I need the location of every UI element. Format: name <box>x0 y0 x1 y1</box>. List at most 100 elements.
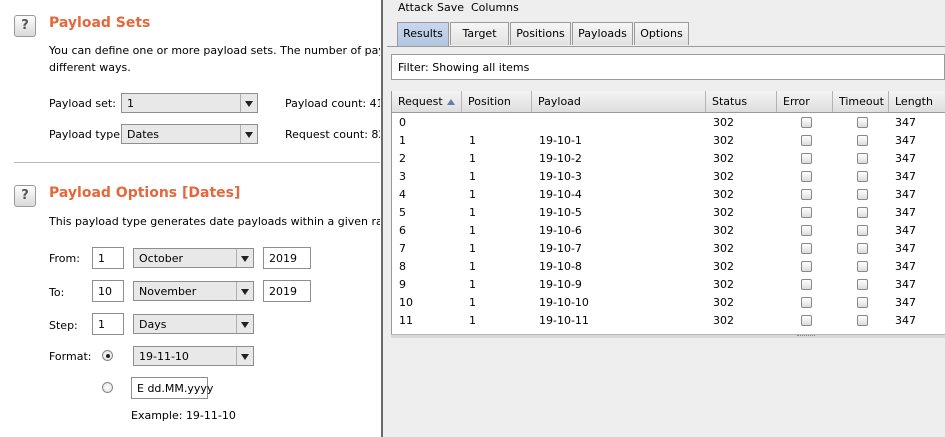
column-header-request[interactable]: Request <box>392 91 462 112</box>
payload-set-select[interactable]: 1 <box>121 93 258 113</box>
splitter-grip-icon[interactable] <box>797 335 815 338</box>
error-checkbox[interactable] <box>801 117 812 128</box>
timeout-checkbox[interactable] <box>857 135 868 146</box>
payload-set-label: Payload set: <box>49 97 116 110</box>
tab-target[interactable]: Target <box>450 22 509 45</box>
table-row[interactable]: 6 1 19-10-6 302 347 <box>392 221 945 239</box>
cell-length: 347 <box>895 134 916 147</box>
cell-position: 1 <box>469 224 476 237</box>
table-row[interactable]: 8 1 19-10-8 302 347 <box>392 257 945 275</box>
cell-status: 302 <box>713 116 734 129</box>
cell-position: 1 <box>469 314 476 327</box>
table-row[interactable]: 5 1 19-10-5 302 347 <box>392 203 945 221</box>
format-custom-radio[interactable] <box>102 382 113 393</box>
error-checkbox[interactable] <box>801 153 812 164</box>
table-row[interactable]: 7 1 19-10-7 302 347 <box>392 239 945 257</box>
custom-format-field[interactable]: E dd.MM.yyyy <box>131 377 213 399</box>
timeout-checkbox[interactable] <box>857 315 868 326</box>
menu-bar: Attack Save Columns <box>383 0 945 16</box>
timeout-checkbox[interactable] <box>857 189 868 200</box>
help-icon[interactable]: ? <box>14 185 36 207</box>
table-row[interactable]: 1 1 19-10-1 302 347 <box>392 131 945 149</box>
format-select[interactable]: 19-11-10 <box>133 346 254 366</box>
timeout-checkbox[interactable] <box>857 243 868 254</box>
cell-status: 302 <box>713 206 734 219</box>
to-day-field[interactable]: 10 <box>92 280 124 302</box>
timeout-checkbox[interactable] <box>857 171 868 182</box>
to-month-value: November <box>139 285 197 298</box>
table-row[interactable]: 4 1 19-10-4 302 347 <box>392 185 945 203</box>
pane-splitter[interactable] <box>391 334 945 338</box>
timeout-checkbox[interactable] <box>857 207 868 218</box>
format-preset-radio[interactable] <box>102 350 113 361</box>
column-header-payload[interactable]: Payload <box>532 91 706 112</box>
step-unit-select[interactable]: Days <box>133 314 254 334</box>
error-checkbox[interactable] <box>801 225 812 236</box>
error-checkbox[interactable] <box>801 243 812 254</box>
cell-payload: 19-10-1 <box>539 134 582 147</box>
timeout-checkbox[interactable] <box>857 297 868 308</box>
table-row[interactable]: 2 1 19-10-2 302 347 <box>392 149 945 167</box>
tab-divider <box>387 46 945 47</box>
timeout-checkbox[interactable] <box>857 261 868 272</box>
timeout-checkbox[interactable] <box>857 225 868 236</box>
step-field[interactable]: 1 <box>92 313 124 335</box>
cell-status: 302 <box>713 152 734 165</box>
column-header-status[interactable]: Status <box>706 91 777 112</box>
timeout-checkbox[interactable] <box>857 117 868 128</box>
cell-position: 1 <box>469 278 476 291</box>
column-header-timeout[interactable]: Timeout <box>833 91 889 112</box>
cell-payload: 19-10-7 <box>539 242 582 255</box>
from-month-select[interactable]: October <box>133 248 254 268</box>
cell-request: 4 <box>399 188 406 201</box>
error-checkbox[interactable] <box>801 279 812 290</box>
format-example-value: 19-11-10 <box>185 409 236 422</box>
from-label: From: <box>49 252 80 265</box>
to-label: To: <box>49 286 65 299</box>
column-header-error[interactable]: Error <box>777 91 833 112</box>
error-checkbox[interactable] <box>801 315 812 326</box>
to-month-select[interactable]: November <box>133 281 254 301</box>
payload-type-select[interactable]: Dates <box>121 124 258 144</box>
to-year-field[interactable]: 2019 <box>263 280 311 302</box>
table-row[interactable]: 11 1 19-10-11 302 347 <box>392 311 945 329</box>
cell-status: 302 <box>713 170 734 183</box>
cell-position: 1 <box>469 296 476 309</box>
error-checkbox[interactable] <box>801 207 812 218</box>
menu-save[interactable]: Save <box>437 1 464 14</box>
cell-status: 302 <box>713 260 734 273</box>
table-row[interactable]: 3 1 19-10-3 302 347 <box>392 167 945 185</box>
from-day-field[interactable]: 1 <box>92 247 124 269</box>
payload-options-title: Payload Options [Dates] <box>49 185 241 201</box>
cell-length: 347 <box>895 116 916 129</box>
tab-options[interactable]: Options <box>634 22 689 45</box>
cell-position: 1 <box>469 152 476 165</box>
tab-payloads[interactable]: Payloads <box>572 22 633 45</box>
column-header-length[interactable]: Length <box>889 91 945 112</box>
timeout-checkbox[interactable] <box>857 153 868 164</box>
cell-position: 1 <box>469 170 476 183</box>
cell-length: 347 <box>895 296 916 309</box>
error-checkbox[interactable] <box>801 297 812 308</box>
cell-status: 302 <box>713 296 734 309</box>
results-table: Request Position Payload Status Error Ti… <box>391 91 945 334</box>
error-checkbox[interactable] <box>801 261 812 272</box>
menu-columns[interactable]: Columns <box>471 1 519 14</box>
timeout-checkbox[interactable] <box>857 279 868 290</box>
error-checkbox[interactable] <box>801 189 812 200</box>
table-row[interactable]: 10 1 19-10-10 302 347 <box>392 293 945 311</box>
attack-results-window: Attack Save Columns Results Target Posit… <box>381 0 945 437</box>
help-icon[interactable]: ? <box>14 15 36 37</box>
column-header-position[interactable]: Position <box>462 91 532 112</box>
from-year-field[interactable]: 2019 <box>263 247 311 269</box>
cell-request: 6 <box>399 224 406 237</box>
table-row[interactable]: 9 1 19-10-9 302 347 <box>392 275 945 293</box>
tab-positions[interactable]: Positions <box>510 22 571 45</box>
error-checkbox[interactable] <box>801 171 812 182</box>
menu-attack[interactable]: Attack <box>398 1 433 14</box>
table-row[interactable]: 0 302 347 <box>392 113 945 131</box>
sort-ascending-icon <box>447 99 455 105</box>
tab-results[interactable]: Results <box>397 22 449 46</box>
error-checkbox[interactable] <box>801 135 812 146</box>
filter-bar[interactable]: Filter: Showing all items <box>391 54 945 80</box>
